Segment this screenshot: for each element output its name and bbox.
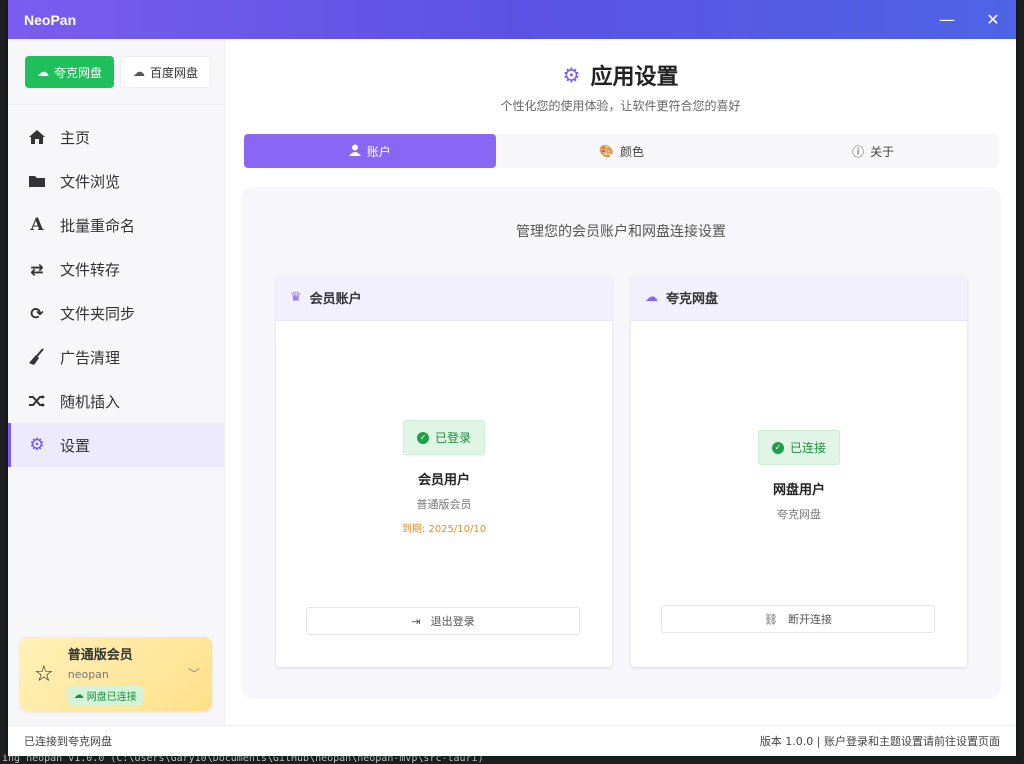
sidebar-item-label: 广告清理 xyxy=(60,348,121,367)
sidebar-item-label: 文件夹同步 xyxy=(60,304,136,323)
gear-icon: ⚙ xyxy=(562,63,581,87)
sidebar-item-label: 设置 xyxy=(60,436,91,455)
quark-drive-button[interactable]: ☁ 夸克网盘 xyxy=(25,56,115,88)
baidu-drive-label: 百度网盘 xyxy=(150,65,199,80)
sidebar-item-label: 文件转存 xyxy=(60,260,121,279)
card-title: 夸克网盘 xyxy=(666,292,719,307)
sidebar-item-transfer[interactable]: ⇄ 文件转存 xyxy=(8,247,224,291)
connection-status: 已连接到夸克网盘 xyxy=(24,735,112,748)
cloud-icon: ☁ xyxy=(73,689,84,701)
sync-icon: ⟳ xyxy=(30,303,44,323)
status-label: 已连接 xyxy=(789,441,826,455)
member-level: 普通版会员 xyxy=(67,647,133,663)
statusbar: 已连接到夸克网盘 版本 1.0.0 | 账户登录和主题设置请前往设置页面 xyxy=(8,725,1016,756)
minimize-icon: — xyxy=(939,10,955,29)
close-button[interactable]: ✕ xyxy=(970,0,1016,39)
exchange-icon: ⇄ xyxy=(30,259,44,279)
status-badge: ✓ 已连接 xyxy=(757,430,840,465)
window-controls: — ✕ xyxy=(924,0,1016,39)
tab-label: 关于 xyxy=(870,144,895,159)
drive-connected-badge: ☁ 网盘已连接 xyxy=(67,685,143,705)
gear-icon: ⚙ xyxy=(29,435,45,455)
sidebar-item-files[interactable]: 文件浏览 xyxy=(8,159,224,203)
minimize-button[interactable]: — xyxy=(924,0,970,39)
version-info: 版本 1.0.0 | 账户登录和主题设置请前往设置页面 xyxy=(759,735,1000,748)
sidebar: ☁ 夸克网盘 ☁ 百度网盘 主页 文件浏览 A 批量重命名 ⇄ 文件转存 ⟳ 文… xyxy=(8,39,225,725)
app-title: NeoPan xyxy=(24,11,77,28)
sign-out-icon: ⇥ xyxy=(411,614,421,628)
logout-button[interactable]: ⇥ 退出登录 xyxy=(306,607,580,635)
status-label: 已登录 xyxy=(434,431,471,445)
tab-color[interactable]: 🎨 颜色 xyxy=(496,134,748,168)
sidebar-item-label: 文件浏览 xyxy=(60,172,121,191)
page-title-text: 应用设置 xyxy=(590,65,679,90)
cloud-icon: ☁ xyxy=(645,290,658,305)
member-name: 会员用户 xyxy=(417,473,470,488)
check-icon: ✓ xyxy=(416,431,429,444)
titlebar: NeoPan — ✕ xyxy=(8,0,1016,39)
broom-icon xyxy=(28,348,46,366)
logout-label: 退出登录 xyxy=(430,615,475,628)
settings-tabs: 账户 🎨 颜色 ⓘ 关于 xyxy=(244,134,999,168)
cloud-icon: ☁ xyxy=(37,65,49,79)
sidebar-item-random-insert[interactable]: 随机插入 xyxy=(8,379,224,423)
tab-label: 账户 xyxy=(366,144,391,159)
status-badge: ✓ 已登录 xyxy=(402,420,485,455)
drive-name: 夸克网盘 xyxy=(777,508,821,521)
sidebar-item-label: 主页 xyxy=(60,128,91,147)
member-account-card: ♛ 会员账户 ✓ 已登录 会员用户 普通版会员 到期: 2025/10/10 ⇥ xyxy=(276,275,612,667)
member-username: neopan xyxy=(67,667,109,681)
info-icon: ⓘ xyxy=(852,144,865,159)
chevron-down-icon: ﹀ xyxy=(187,667,200,681)
shuffle-icon xyxy=(28,392,46,410)
card-title: 会员账户 xyxy=(309,292,362,307)
main-content: ⚙ 应用设置 个性化您的使用体验，让软件更符合您的喜好 账户 🎨 颜色 ⓘ 关于… xyxy=(225,39,1016,725)
user-icon xyxy=(348,144,361,159)
page-title: ⚙ 应用设置 xyxy=(225,59,1016,91)
sidebar-item-rename[interactable]: A 批量重命名 xyxy=(8,203,224,247)
tab-account[interactable]: 账户 xyxy=(244,134,496,168)
member-expiry: 到期: 2025/10/10 xyxy=(401,524,487,535)
close-icon: ✕ xyxy=(986,10,1000,29)
sidebar-item-home[interactable]: 主页 xyxy=(8,115,224,159)
drive-connected-label: 网盘已连接 xyxy=(86,691,137,703)
sidebar-nav: 主页 文件浏览 A 批量重命名 ⇄ 文件转存 ⟳ 文件夹同步 广告清理 随机插入… xyxy=(8,115,224,467)
quark-drive-label: 夸克网盘 xyxy=(54,65,103,80)
check-icon: ✓ xyxy=(771,441,784,454)
sidebar-item-settings[interactable]: ⚙ 设置 xyxy=(8,423,224,467)
cloud-icon: ☁ xyxy=(133,65,146,79)
card-header: ☁ 夸克网盘 xyxy=(631,275,967,321)
home-icon xyxy=(28,128,46,146)
palette-icon: 🎨 xyxy=(599,144,614,158)
page-subtitle: 个性化您的使用体验，让软件更符合您的喜好 xyxy=(500,99,741,113)
unlink-icon: ⛓ xyxy=(764,612,778,626)
tab-label: 颜色 xyxy=(619,144,644,159)
star-icon: ☆ xyxy=(34,661,54,687)
sidebar-item-ad-clean[interactable]: 广告清理 xyxy=(8,335,224,379)
panel-description: 管理您的会员账户和网盘连接设置 xyxy=(516,224,726,240)
app-window: NeoPan — ✕ ☁ 夸克网盘 ☁ 百度网盘 主页 文件浏览 A 批量重命名… xyxy=(8,0,1016,756)
drive-user-name: 网盘用户 xyxy=(772,483,825,498)
sidebar-item-label: 随机插入 xyxy=(60,392,121,411)
member-level: 普通版会员 xyxy=(416,498,472,511)
divider xyxy=(8,104,224,105)
disconnect-label: 断开连接 xyxy=(787,613,832,626)
disconnect-button[interactable]: ⛓ 断开连接 xyxy=(661,605,935,633)
drive-toggle: ☁ 夸克网盘 ☁ 百度网盘 xyxy=(25,56,224,88)
tab-about[interactable]: ⓘ 关于 xyxy=(747,134,999,168)
sidebar-item-label: 批量重命名 xyxy=(60,216,136,235)
card-header: ♛ 会员账户 xyxy=(276,275,612,321)
crown-icon: ♛ xyxy=(290,290,302,305)
folder-icon xyxy=(28,172,46,190)
quark-drive-card: ☁ 夸克网盘 ✓ 已连接 网盘用户 夸克网盘 ⛓ 断开连接 xyxy=(631,275,967,667)
font-icon: A xyxy=(30,215,44,235)
account-panel: 管理您的会员账户和网盘连接设置 ♛ 会员账户 ✓ 已登录 会员用户 普通版会员 … xyxy=(241,187,1001,699)
member-status-card[interactable]: ☆ 普通版会员 neopan ☁ 网盘已连接 ﹀ xyxy=(20,637,212,711)
baidu-drive-button[interactable]: ☁ 百度网盘 xyxy=(120,56,212,88)
sidebar-item-sync[interactable]: ⟳ 文件夹同步 xyxy=(8,291,224,335)
